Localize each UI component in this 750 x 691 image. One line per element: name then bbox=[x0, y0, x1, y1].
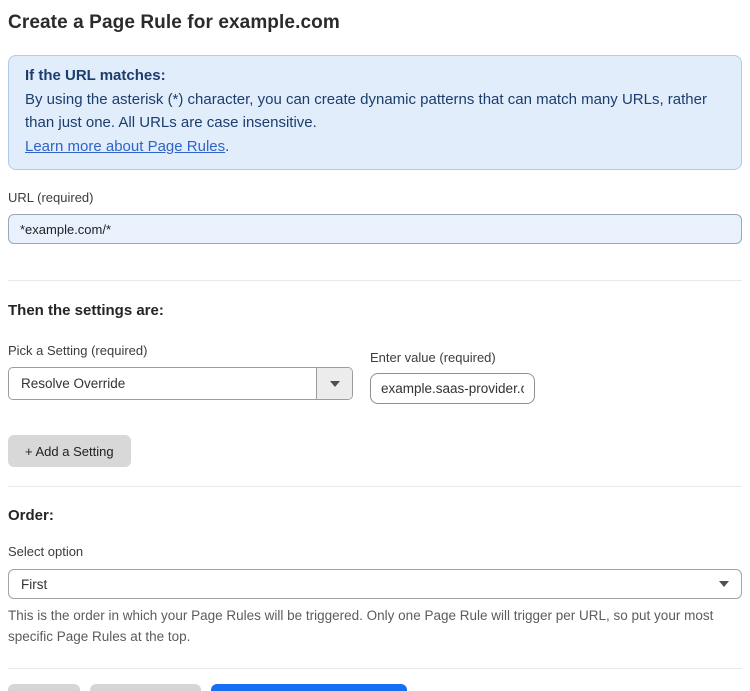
footer-button-row: Cancel Save as Draft Save and Deploy Pag… bbox=[8, 684, 742, 691]
info-box-link-line: Learn more about Page Rules. bbox=[25, 135, 725, 159]
order-dropdown-value: First bbox=[21, 576, 48, 592]
divider bbox=[8, 668, 742, 669]
chevron-down-icon bbox=[719, 581, 729, 587]
url-match-info-box: If the URL matches: By using the asteris… bbox=[8, 55, 742, 170]
info-box-body: By using the asterisk (*) character, you… bbox=[25, 90, 707, 132]
setting-value-input[interactable] bbox=[370, 373, 535, 404]
order-select-label: Select option bbox=[8, 544, 84, 559]
url-input[interactable] bbox=[8, 214, 742, 244]
info-box-heading: If the URL matches: bbox=[25, 67, 166, 84]
save-as-draft-button[interactable]: Save as Draft bbox=[90, 684, 202, 691]
order-dropdown[interactable]: First bbox=[8, 569, 742, 599]
setting-dropdown[interactable]: Resolve Override bbox=[8, 367, 353, 400]
divider bbox=[8, 280, 742, 281]
setting-dropdown-value: Resolve Override bbox=[21, 376, 126, 391]
link-suffix: . bbox=[225, 137, 230, 155]
order-help-text: This is the order in which your Page Rul… bbox=[8, 608, 714, 644]
settings-section-heading: Then the settings are: bbox=[8, 302, 164, 319]
settings-row: Pick a Setting (required) Resolve Overri… bbox=[8, 343, 742, 404]
pick-setting-column: Pick a Setting (required) Resolve Overri… bbox=[8, 343, 353, 400]
enter-value-column: Enter value (required) bbox=[370, 350, 535, 404]
page-title: Create a Page Rule for example.com bbox=[8, 12, 340, 33]
setting-dropdown-arrow-box[interactable] bbox=[316, 368, 352, 399]
add-setting-button[interactable]: + Add a Setting bbox=[8, 435, 131, 467]
enter-value-label: Enter value (required) bbox=[370, 350, 496, 365]
learn-more-link[interactable]: Learn more about Page Rules bbox=[25, 138, 225, 155]
chevron-down-icon bbox=[329, 380, 340, 387]
save-and-deploy-button[interactable]: Save and Deploy Page Rule bbox=[211, 684, 407, 691]
pick-setting-label: Pick a Setting (required) bbox=[8, 343, 148, 358]
create-page-rule-panel: Create a Page Rule for example.com If th… bbox=[0, 0, 750, 691]
order-section-heading: Order: bbox=[8, 507, 54, 524]
divider bbox=[8, 486, 742, 487]
url-field-label: URL (required) bbox=[8, 190, 94, 205]
cancel-button[interactable]: Cancel bbox=[8, 684, 81, 691]
